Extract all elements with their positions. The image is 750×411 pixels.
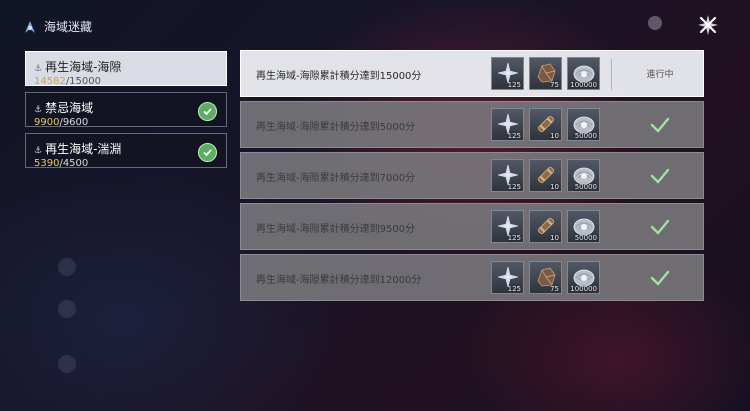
reward-quantity: 125 (507, 183, 521, 191)
zone-progress-max: /9600 (59, 117, 89, 128)
zone-progress: 9900/9600 (34, 117, 226, 128)
reward-item[interactable]: 75 (529, 57, 562, 90)
mission-status (621, 153, 699, 198)
zone-name: 再生海域-海隙 (45, 60, 122, 74)
reward-quantity: 50000 (574, 132, 597, 140)
reward-item[interactable]: 125 (491, 57, 524, 90)
mission-description: 再生海域-海隙累計積分達到7000分 (256, 173, 416, 184)
zone-progress: 5390/4500 (34, 158, 226, 169)
mission-row[interactable]: 再生海域-海隙累計積分達到7000分 125 10 50000 (240, 152, 704, 199)
reward-item[interactable]: 50000 (567, 108, 600, 141)
reward-item[interactable]: 10 (529, 210, 562, 243)
zone-progress-max: /15000 (65, 76, 101, 87)
reward-list: 125 75 100000 (491, 261, 605, 294)
completed-check-icon (650, 270, 670, 286)
zone-list: ⚓ 再生海域-海隙 14582/15000 ⚓ 禁忌海域 9900/9600 ⚓ 再生海域-湍… (25, 51, 227, 174)
mission-status: 進行中 (621, 51, 699, 96)
reward-item[interactable]: 125 (491, 159, 524, 192)
reward-quantity: 50000 (574, 183, 597, 191)
completed-check-icon (198, 102, 217, 121)
reward-item[interactable]: 100000 (567, 261, 600, 294)
background-ghost-item (58, 300, 84, 318)
anchor-icon: ⚓ (34, 105, 43, 115)
mission-description: 再生海域-海隙累計積分達到5000分 (256, 122, 416, 133)
zone-progress: 14582/15000 (34, 76, 226, 87)
reward-quantity: 125 (507, 234, 521, 242)
zone-progress-current: 9900 (34, 117, 60, 128)
background-ghost-item (58, 355, 84, 373)
reward-item[interactable]: 100000 (567, 57, 600, 90)
zone-name: 禁忌海域 (45, 101, 94, 115)
completed-check-icon (198, 143, 217, 162)
mission-list: 再生海域-海隙累計積分達到15000分 125 75 100000 進行中 再生海域-海隙… (240, 50, 704, 305)
moon-decoration (648, 16, 662, 30)
mission-row[interactable]: 再生海域-海隙累計積分達到15000分 125 75 100000 進行中 (240, 50, 704, 97)
close-button[interactable] (695, 12, 721, 38)
reward-quantity: 10 (550, 183, 559, 191)
mission-row[interactable]: 再生海域-海隙累計積分達到12000分 125 75 100000 (240, 254, 704, 301)
reward-item[interactable]: 125 (491, 210, 524, 243)
reward-quantity: 100000 (570, 285, 597, 293)
mission-row[interactable]: 再生海域-海隙累計積分達到5000分 125 10 50000 (240, 101, 704, 148)
compass-logo-icon (25, 20, 35, 33)
reward-quantity: 10 (550, 234, 559, 242)
reward-item[interactable]: 50000 (567, 159, 600, 192)
reward-quantity: 100000 (570, 81, 597, 89)
reward-quantity: 125 (507, 132, 521, 140)
background-ghost-item (58, 258, 84, 276)
status-in-progress: 進行中 (646, 70, 674, 80)
mission-row[interactable]: 再生海域-海隙累計積分達到9500分 125 10 50000 (240, 203, 704, 250)
zone-name: 再生海域-湍淵 (45, 142, 122, 156)
anchor-icon: ⚓ (34, 64, 43, 74)
zone-progress-max: /4500 (59, 158, 89, 169)
anchor-icon: ⚓ (34, 146, 43, 156)
mission-status (621, 255, 699, 300)
zone-progress-current: 5390 (34, 158, 60, 169)
mission-status (621, 204, 699, 249)
reward-item[interactable]: 10 (529, 159, 562, 192)
completed-check-icon (650, 168, 670, 184)
zone-progress-current: 14582 (34, 76, 66, 87)
row-divider (611, 59, 612, 90)
zone-item[interactable]: ⚓ 禁忌海域 9900/9600 (25, 92, 227, 128)
reward-item[interactable]: 10 (529, 108, 562, 141)
reward-list: 125 10 50000 (491, 210, 605, 243)
reward-quantity: 75 (550, 81, 559, 89)
reward-item[interactable]: 75 (529, 261, 562, 294)
completed-check-icon (650, 117, 670, 133)
reward-quantity: 50000 (574, 234, 597, 242)
zone-item[interactable]: ⚓ 再生海域-湍淵 5390/4500 (25, 133, 227, 169)
mission-description: 再生海域-海隙累計積分達到12000分 (256, 275, 422, 286)
reward-list: 125 10 50000 (491, 159, 605, 192)
mission-description: 再生海域-海隙累計積分達到9500分 (256, 224, 416, 235)
mission-description: 再生海域-海隙累計積分達到15000分 (256, 71, 422, 82)
reward-item[interactable]: 125 (491, 261, 524, 294)
page-title: 海域迷藏 (44, 20, 93, 34)
reward-item[interactable]: 125 (491, 108, 524, 141)
reward-quantity: 125 (507, 81, 521, 89)
reward-quantity: 125 (507, 285, 521, 293)
mission-status (621, 102, 699, 147)
completed-check-icon (650, 219, 670, 235)
reward-quantity: 10 (550, 132, 559, 140)
zone-item[interactable]: ⚓ 再生海域-海隙 14582/15000 (25, 51, 227, 87)
reward-item[interactable]: 50000 (567, 210, 600, 243)
reward-quantity: 75 (550, 285, 559, 293)
header: 海域迷藏 (22, 18, 92, 35)
reward-list: 125 10 50000 (491, 108, 605, 141)
reward-list: 125 75 100000 (491, 57, 605, 90)
close-icon (698, 15, 718, 35)
